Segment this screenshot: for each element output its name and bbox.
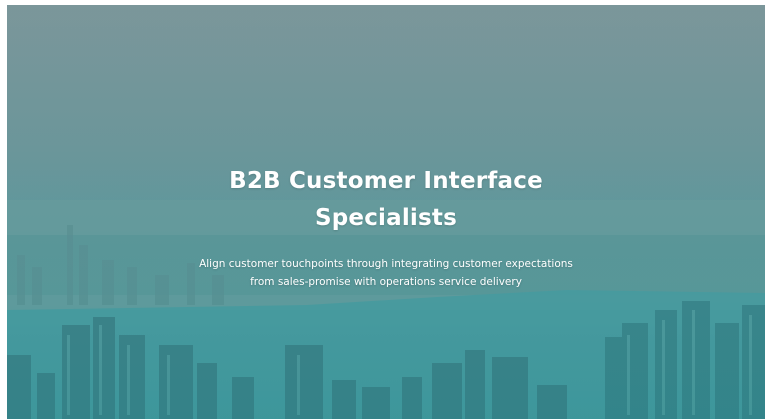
hero-banner: B2B Customer Interface Specialists Align… [7,5,765,419]
hero-title-line-2: Specialists [314,205,457,231]
hero-subtitle-line-1: Align customer touchpoints through integ… [199,258,573,270]
hero-title-line-1: B2B Customer Interface [229,168,543,194]
hero-content: B2B Customer Interface Specialists Align… [7,163,765,291]
hero-subtitle-line-2: from sales-promise with operations servi… [250,276,522,288]
hero-title: B2B Customer Interface Specialists [7,163,765,237]
hero-subtitle: Align customer touchpoints through integ… [7,255,765,291]
